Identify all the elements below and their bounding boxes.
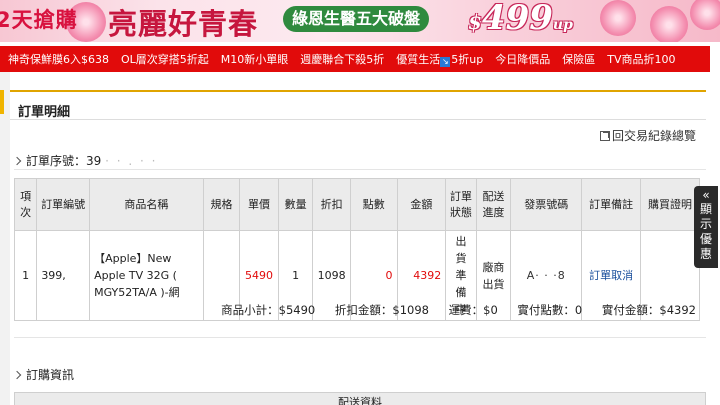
show-offers-tab[interactable]: « 顯示優惠 (694, 186, 718, 268)
external-link-icon (599, 131, 610, 141)
cell-order-id: 399, (36, 230, 91, 321)
left-sidebar-strip (0, 72, 10, 405)
left-accent-bar (0, 90, 4, 114)
nav-item[interactable]: 保險區 (562, 51, 595, 67)
order-totals: 商品小計：$5490 折扣金額：$1098 運費：$0 實付點數：0 實付金額：… (205, 302, 696, 318)
banner-price-value: 499 (481, 0, 553, 38)
col-proof: 購買證明 (640, 178, 700, 231)
order-number-masked: · · . · · (105, 154, 158, 168)
cell-product[interactable]: 【Apple】New Apple TV 32G ( MGY52TA/A )-網 (89, 230, 204, 321)
divider (14, 337, 706, 338)
col-order-id: 訂單編號 (36, 178, 91, 231)
banner-price: $499up (468, 0, 573, 38)
nav-item-label: 5折up (451, 53, 484, 66)
nav-item[interactable]: TV商品折100 (607, 51, 675, 67)
shipping-fee: 運費：$0 (448, 303, 498, 317)
order-number-label: 訂單序號：39 (26, 154, 102, 168)
history-link[interactable]: 回交易紀錄總覽 (599, 127, 696, 144)
order-table: 項次 訂單編號 商品名稱 規格 單價 數量 折扣 點數 金額 訂單狀態 配送進度… (13, 178, 700, 321)
nav-item[interactable]: OL層次穿搭5折起 (121, 51, 209, 67)
col-product: 商品名稱 (89, 178, 204, 231)
delivery-info-header: 配送資料 (14, 392, 706, 405)
order-detail-page: 訂單明細 回交易紀錄總覽 訂單序號：39 · · . · · 項次 訂單編號 商… (10, 72, 710, 405)
col-index: 項次 (13, 178, 38, 231)
flower-decoration (600, 0, 636, 36)
chevron-right-icon (12, 370, 22, 380)
banner-price-suffix: up (552, 17, 573, 33)
col-amount: 金額 (396, 178, 447, 231)
col-invoice: 發票號碼 (510, 178, 583, 231)
cell-index: 1 (13, 230, 38, 321)
top-nav: 神奇保鮮膜6入$638 OL層次穿搭5折起 M10新小單眼 週慶聯合下殺5折 優… (0, 46, 710, 72)
chevron-right-icon (12, 156, 22, 166)
banner-slogan: 亮麗好青春 (108, 7, 259, 41)
flower-decoration (690, 0, 720, 30)
nav-item-lifestyle[interactable]: 優質生活 ↘ 5折up (396, 51, 483, 67)
col-unit-price: 單價 (239, 178, 279, 231)
page-title: 訂單明細 (18, 105, 71, 120)
banner-price-currency: $ (468, 10, 482, 34)
promo-banner[interactable]: 2天搶購 亮麗好青春 綠恩生醫五大破盤 $499up (0, 0, 720, 42)
nav-item[interactable]: 今日降價品 (495, 51, 550, 67)
col-status: 訂單狀態 (445, 178, 477, 231)
history-link-label: 回交易紀錄總覽 (611, 129, 696, 143)
order-number-row: 訂單序號：39 · · . · · (12, 152, 706, 170)
points-paid: 實付點數：0 (517, 303, 583, 317)
flower-decoration (650, 6, 688, 42)
nav-item[interactable]: 神奇保鮮膜6入$638 (8, 51, 109, 67)
col-discount: 折扣 (312, 178, 351, 231)
col-qty: 數量 (277, 178, 314, 231)
col-points: 點數 (349, 178, 398, 231)
discount-total: 折扣金額：$1098 (334, 303, 429, 317)
arrow-icon: ↘ (440, 57, 451, 67)
show-offers-label: 顯示優惠 (699, 202, 712, 261)
nav-item[interactable]: 週慶聯合下殺5折 (300, 51, 384, 67)
table-header-row: 項次 訂單編號 商品名稱 規格 單價 數量 折扣 點數 金額 訂單狀態 配送進度… (13, 178, 700, 231)
col-spec: 規格 (202, 178, 241, 231)
page-title-row: 訂單明細 (10, 90, 706, 120)
purchase-info-label: 訂購資訊 (26, 368, 75, 382)
amount-paid: 實付金額：$4392 (601, 303, 696, 317)
banner-days-text: 2天搶購 (0, 8, 78, 32)
purchase-info-section[interactable]: 訂購資訊 (12, 366, 75, 383)
col-delivery: 配送進度 (475, 178, 512, 231)
double-chevron-left-icon: « (702, 188, 710, 202)
banner-pill: 綠恩生醫五大破盤 (283, 6, 430, 32)
subtotal: 商品小計：$5490 (221, 303, 316, 317)
col-remark: 訂單備註 (581, 178, 642, 231)
nav-item[interactable]: M10新小單眼 (221, 51, 289, 67)
nav-item-label: 優質生活 (396, 53, 441, 66)
cancel-order-link[interactable]: 訂單取消 (589, 269, 633, 282)
